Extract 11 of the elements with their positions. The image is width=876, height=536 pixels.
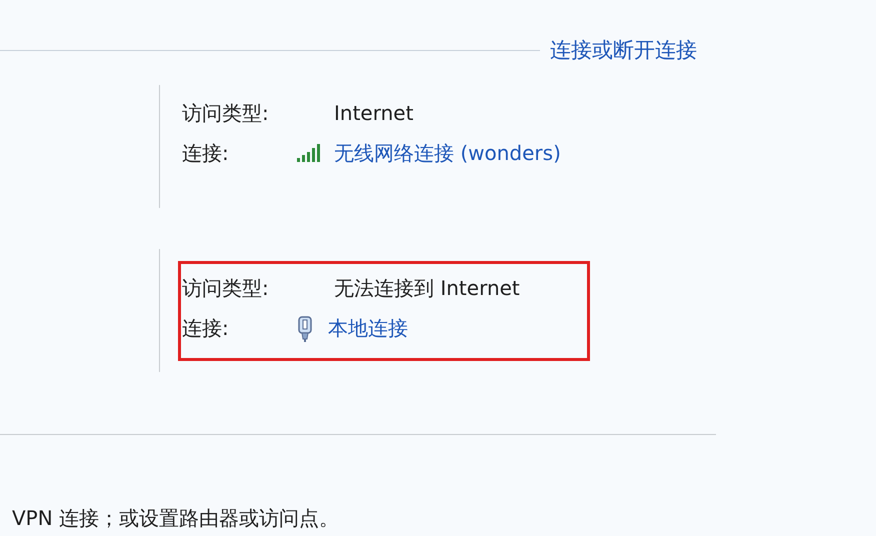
access-type-value: 无法连接到 Internet bbox=[334, 275, 520, 302]
field-label: 连接: bbox=[182, 140, 230, 166]
access-type-value: Internet bbox=[334, 101, 414, 125]
field-label: 连接: bbox=[182, 315, 230, 342]
connection-link[interactable]: 无线网络连接 (wonders) bbox=[334, 140, 561, 166]
description-text: VPN 连接；或设置路由器或访问点。 bbox=[11, 505, 340, 532]
field-label: 访问类型: bbox=[182, 275, 270, 302]
connection-link[interactable]: 本地连接 bbox=[328, 315, 408, 342]
field-label: 访问类型: bbox=[182, 100, 270, 126]
connect-link[interactable]: 连接或断开连接 bbox=[550, 36, 697, 64]
network-cable-icon bbox=[296, 316, 314, 342]
